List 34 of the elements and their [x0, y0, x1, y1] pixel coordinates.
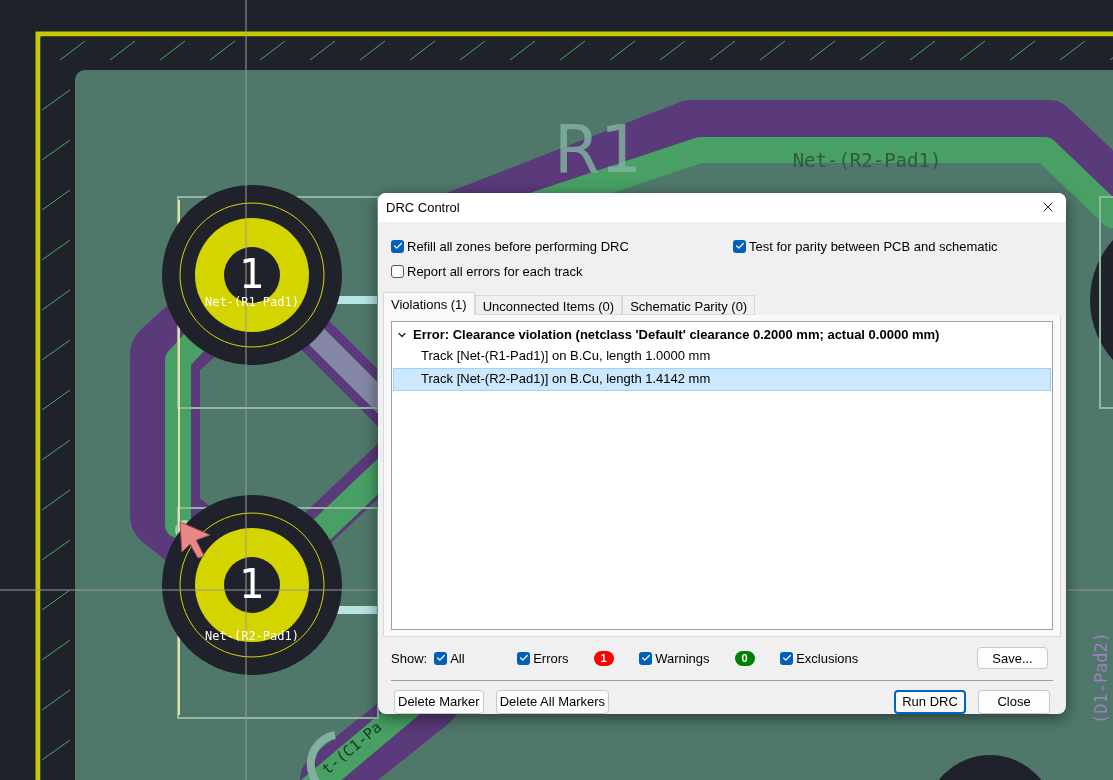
checkbox[interactable] [780, 651, 794, 665]
save-button[interactable]: Save... [977, 647, 1048, 670]
violation-item[interactable]: Track [Net-(R2-Pad1)] on B.Cu, length 1.4142 mm [393, 367, 1051, 391]
show-label: Show: [391, 649, 428, 668]
dialog-button[interactable]: Close [978, 690, 1050, 714]
checkbox-label: Refill all zones before performing DRC [407, 237, 629, 256]
checkbox-label: Test for parity between PCB and schematic [749, 237, 998, 256]
net-label: Net-(R2-Pad1) [792, 149, 942, 171]
count-badge: 1 [593, 650, 614, 666]
pad-net-label: Net-(R1-Pad1) [205, 295, 299, 309]
pad-number: 1 [239, 251, 265, 297]
window-title: DRC Control [386, 198, 460, 217]
filter-label: Errors [533, 649, 569, 668]
checkbox[interactable] [434, 651, 448, 665]
checkbox[interactable] [391, 265, 404, 279]
violation-title[interactable]: Error: Clearance violation (netclass 'Default' clearance 0.2000 mm; actual 0.0000 mm) [413, 325, 940, 345]
filter-label: Exclusions [796, 649, 859, 668]
checkbox[interactable] [517, 651, 531, 665]
dialog-button[interactable]: Delete Marker [394, 690, 484, 714]
tab[interactable]: Unconnected Items (0) [474, 294, 623, 315]
checkbox[interactable] [391, 239, 404, 253]
count-badge: 0 [734, 650, 755, 666]
violation-item[interactable]: Track [Net-(R1-Pad1)] on B.Cu, length 1.0000 mm [393, 344, 1051, 368]
checkbox-label: Report all errors for each track [407, 263, 583, 282]
checkbox[interactable] [733, 239, 746, 253]
filter-label: All [450, 649, 465, 668]
tab[interactable]: Schematic Parity (0) [622, 294, 756, 315]
pad-number: 1 [239, 561, 265, 607]
checkbox[interactable] [639, 651, 653, 665]
dialog-button[interactable]: Delete All Markers [495, 690, 610, 714]
dialog-button[interactable]: Run DRC [894, 690, 966, 714]
tab[interactable]: Violations (1) [383, 291, 475, 315]
filter-label: Warnings [655, 649, 710, 668]
net-label: (D1-Pad2) [1091, 631, 1111, 725]
